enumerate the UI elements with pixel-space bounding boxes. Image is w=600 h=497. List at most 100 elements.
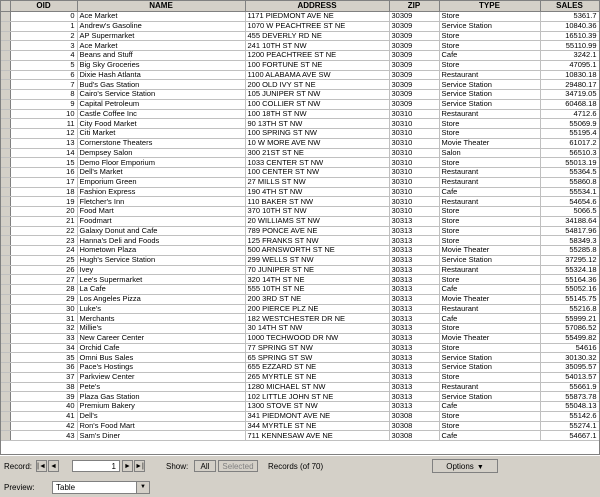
cell-sales[interactable]: 55052.16 <box>540 284 599 295</box>
cell-zip[interactable]: 30313 <box>389 304 440 315</box>
cell-name[interactable]: Omni Bus Sales <box>77 352 246 363</box>
cell-oid[interactable]: 9 <box>10 99 78 110</box>
show-selected-button[interactable]: Selected <box>218 460 258 472</box>
cell-address[interactable]: 341 PIEDMONT AVE NE <box>245 411 390 422</box>
cell-sales[interactable]: 54654.6 <box>540 196 599 207</box>
cell-sales[interactable]: 55274.1 <box>540 421 599 432</box>
cell-oid[interactable]: 2 <box>10 31 78 42</box>
cell-address[interactable]: 455 DEVERLY RD NE <box>245 31 390 42</box>
cell-name[interactable]: Pete's <box>77 382 246 393</box>
cell-zip[interactable]: 30313 <box>389 323 440 334</box>
cell-address[interactable]: 1000 TECHWOOD DR NW <box>245 333 390 344</box>
table-row[interactable]: 29 Los Angeles Pizza 200 3RD ST NE 30313 Mov… <box>1 294 599 305</box>
cell-sales[interactable]: 55145.75 <box>540 294 599 305</box>
cell-sales[interactable]: 16510.39 <box>540 31 599 42</box>
table-row[interactable]: 17 Emporium Green 27 MILLS ST NW 30310 Resta… <box>1 177 599 188</box>
cell-oid[interactable]: 0 <box>10 11 78 22</box>
cell-sales[interactable]: 55860.8 <box>540 177 599 188</box>
cell-type[interactable]: Store <box>439 11 541 22</box>
cell-address[interactable]: 102 LITTLE JOHN ST NE <box>245 391 390 402</box>
cell-oid[interactable]: 31 <box>10 313 78 324</box>
cell-type[interactable]: Restaurant <box>439 304 541 315</box>
cell-sales[interactable]: 55069.9 <box>540 118 599 129</box>
cell-sales[interactable]: 5361.7 <box>540 11 599 22</box>
cell-sales[interactable]: 55364.5 <box>540 167 599 178</box>
table-row[interactable]: 33 New Career Center 1000 TECHWOOD DR NW 30… <box>1 333 599 344</box>
cell-address[interactable]: 711 KENNESAW AVE NE <box>245 430 390 441</box>
cell-address[interactable]: 200 3RD ST NE <box>245 294 390 305</box>
row-selector[interactable] <box>1 313 11 324</box>
table-row[interactable]: 40 Premium Bakery 1300 STOVE ST NW 30313 Caf… <box>1 401 599 412</box>
cell-oid[interactable]: 21 <box>10 216 78 227</box>
cell-sales[interactable]: 34188.64 <box>540 216 599 227</box>
cell-name[interactable]: Luke's <box>77 304 246 315</box>
cell-name[interactable]: Emporium Green <box>77 177 246 188</box>
row-selector[interactable] <box>1 50 11 61</box>
row-selector[interactable] <box>1 89 11 100</box>
cell-zip[interactable]: 30308 <box>389 421 440 432</box>
cell-address[interactable]: 200 OLD IVY ST NE <box>245 79 390 90</box>
row-selector[interactable] <box>1 79 11 90</box>
cell-address[interactable]: 300 21ST ST NE <box>245 148 390 159</box>
table-row[interactable]: 37 Parkview Center 265 MYRTLE ST NE 30313 St… <box>1 372 599 383</box>
cell-sales[interactable]: 55164.36 <box>540 274 599 285</box>
column-header-zip[interactable]: ZIP <box>389 1 440 12</box>
cell-name[interactable]: Los Angeles Pizza <box>77 294 246 305</box>
row-selector[interactable] <box>1 167 11 178</box>
cell-type[interactable]: Movie Theater <box>439 333 541 344</box>
cell-address[interactable]: 125 FRANKS ST NW <box>245 235 390 246</box>
cell-type[interactable]: Cafe <box>439 50 541 61</box>
cell-type[interactable]: Restaurant <box>439 265 541 276</box>
cell-sales[interactable]: 35095.57 <box>540 362 599 373</box>
cell-oid[interactable]: 7 <box>10 79 78 90</box>
table-row[interactable]: 42 Ron's Food Mart 344 MYRTLE ST NE 30308 St… <box>1 421 599 432</box>
cell-type[interactable]: Restaurant <box>439 109 541 120</box>
cell-name[interactable]: Millie's <box>77 323 246 334</box>
cell-oid[interactable]: 29 <box>10 294 78 305</box>
table-row[interactable]: 8 Cairo's Service Station 105 JUNIPER ST N… <box>1 89 599 100</box>
cell-oid[interactable]: 17 <box>10 177 78 188</box>
cell-zip[interactable]: 30313 <box>389 284 440 295</box>
cell-address[interactable]: 100 COLLIER ST NW <box>245 99 390 110</box>
cell-type[interactable]: Salon <box>439 148 541 159</box>
cell-type[interactable]: Movie Theater <box>439 245 541 256</box>
cell-oid[interactable]: 25 <box>10 255 78 266</box>
cell-name[interactable]: Hanna's Deli and Foods <box>77 235 246 246</box>
cell-address[interactable]: 30 14TH ST NW <box>245 323 390 334</box>
cell-zip[interactable]: 30313 <box>389 362 440 373</box>
cell-sales[interactable]: 55873.78 <box>540 391 599 402</box>
row-selector[interactable] <box>1 352 11 363</box>
cell-sales[interactable]: 55048.13 <box>540 401 599 412</box>
table-row[interactable]: 36 Pace's Hostings 655 EZZARD ST NE 30313 Se… <box>1 362 599 373</box>
cell-name[interactable]: Fashion Express <box>77 187 246 198</box>
row-selector[interactable] <box>1 333 11 344</box>
cell-type[interactable]: Service Station <box>439 255 541 266</box>
row-selector[interactable] <box>1 31 11 42</box>
cell-oid[interactable]: 28 <box>10 284 78 295</box>
cell-address[interactable]: 500 ARNSWORTH ST NE <box>245 245 390 256</box>
cell-type[interactable]: Service Station <box>439 352 541 363</box>
cell-oid[interactable]: 16 <box>10 167 78 178</box>
cell-oid[interactable]: 36 <box>10 362 78 373</box>
cell-sales[interactable]: 61017.2 <box>540 138 599 149</box>
cell-zip[interactable]: 30313 <box>389 245 440 256</box>
record-number-input[interactable]: 1 <box>72 460 120 472</box>
cell-address[interactable]: 655 EZZARD ST NE <box>245 362 390 373</box>
table-row[interactable]: 43 Sam's Diner 711 KENNESAW AVE NE 30308 Caf… <box>1 430 599 441</box>
row-selector[interactable] <box>1 148 11 159</box>
cell-oid[interactable]: 20 <box>10 206 78 217</box>
preview-select[interactable]: Table ▼ <box>52 481 150 494</box>
cell-name[interactable]: Galaxy Donut and Cafe <box>77 226 246 237</box>
cell-name[interactable]: Big Sky Groceries <box>77 60 246 71</box>
cell-sales[interactable]: 29480.17 <box>540 79 599 90</box>
cell-sales[interactable]: 30130.32 <box>540 352 599 363</box>
table-row[interactable]: 15 Demo Floor Emporium 1033 CENTER ST NW 30… <box>1 157 599 168</box>
cell-address[interactable]: 77 SPRING ST NW <box>245 343 390 354</box>
cell-zip[interactable]: 30310 <box>389 196 440 207</box>
row-selector[interactable] <box>1 323 11 334</box>
cell-name[interactable]: Beans and Stuff <box>77 50 246 61</box>
row-selector[interactable] <box>1 40 11 51</box>
cell-type[interactable]: Store <box>439 323 541 334</box>
cell-name[interactable]: Premium Bakery <box>77 401 246 412</box>
cell-name[interactable]: Ron's Food Mart <box>77 421 246 432</box>
